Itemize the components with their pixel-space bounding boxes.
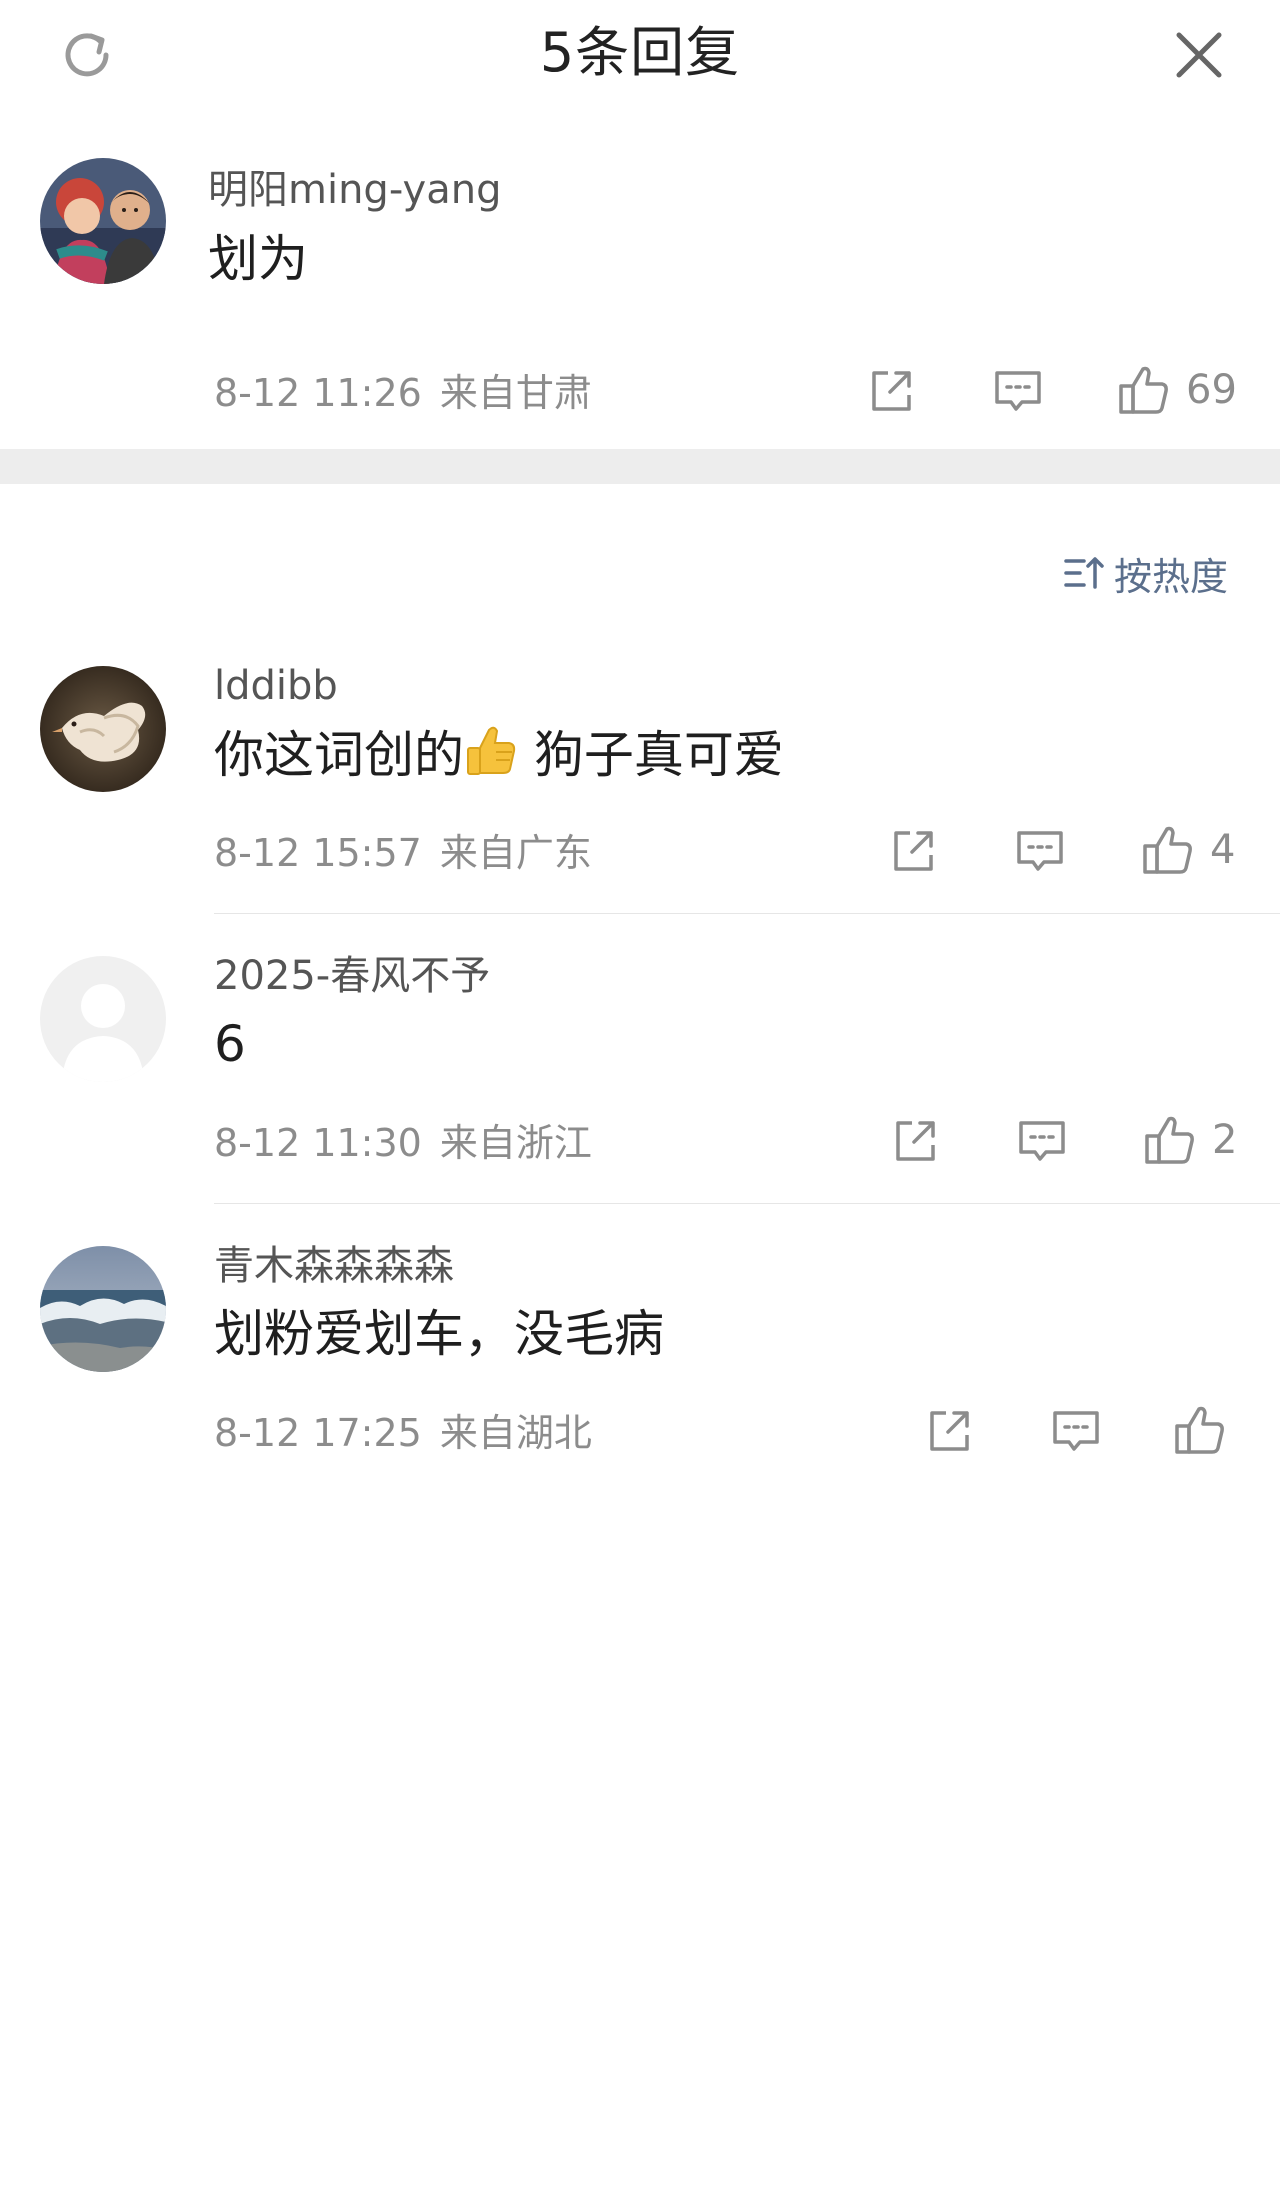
share-button[interactable] <box>866 366 916 416</box>
close-button[interactable] <box>1166 22 1232 88</box>
username[interactable]: 青木森森森森 <box>214 1240 454 1292</box>
avatar-image <box>40 158 166 284</box>
comment-text: 狗子真可爱 <box>518 726 784 784</box>
comment-content: 划粉爱划车，没毛病 <box>214 1305 664 1363</box>
comment-location: 来自浙江 <box>439 1121 592 1165</box>
comment-date: 8-12 15:57 <box>214 831 422 875</box>
avatar[interactable] <box>40 956 166 1082</box>
share-icon <box>872 371 911 411</box>
list-item: 2025-春风不予 6 8-12 11:30 来自浙江 2 <box>0 950 1280 1204</box>
username[interactable]: 2025-春风不予 <box>214 950 490 1002</box>
share-icon <box>930 1411 969 1451</box>
avatar-image <box>40 666 166 792</box>
comment-date: 8-12 11:30 <box>214 1121 422 1165</box>
comment-date: 8-12 17:25 <box>214 1411 422 1455</box>
thumbs-up-icon <box>1145 1116 1194 1164</box>
thumbs-up-icon <box>1143 826 1192 874</box>
sort-button[interactable]: 按热度 <box>1062 545 1228 601</box>
like-button[interactable] <box>1172 1402 1242 1458</box>
share-icon <box>894 831 933 871</box>
reply-header: 5条回复 <box>0 0 1280 125</box>
reply-button[interactable] <box>992 366 1044 416</box>
comment-date: 8-12 11:26 <box>214 371 422 415</box>
reply-button[interactable] <box>1050 1406 1102 1456</box>
list-item: 青木森森森森 划粉爱划车，没毛病 8-12 17:25 来自湖北 <box>0 1240 1280 1494</box>
sort-icon <box>1064 557 1104 589</box>
avatar-image <box>40 1246 166 1372</box>
reply-button[interactable] <box>1016 1116 1068 1166</box>
page-title: 5条回复 <box>539 21 741 84</box>
divider <box>214 1203 1280 1204</box>
share-button[interactable] <box>890 1116 940 1166</box>
comment-meta: 8-12 17:25 来自湖北 <box>214 1408 592 1458</box>
share-button[interactable] <box>888 826 938 876</box>
comment-icon <box>1017 831 1063 871</box>
share-icon <box>896 1121 935 1161</box>
like-button[interactable]: 4 <box>1140 822 1235 878</box>
thumbs-up-icon <box>1175 1406 1224 1454</box>
root-comment: 明阳ming-yang 划为 8-12 11:26 来自甘肃 69 <box>0 124 1280 449</box>
share-button[interactable] <box>924 1406 974 1456</box>
avatar[interactable] <box>40 1246 166 1372</box>
comment-content: 你这词创的 狗子真可爱 <box>214 722 784 787</box>
reply-button[interactable] <box>1014 826 1066 876</box>
username[interactable]: 明阳ming-yang <box>208 164 501 216</box>
comment-meta: 8-12 11:26 来自甘肃 <box>214 368 592 418</box>
comment-icon <box>995 371 1041 411</box>
comment-text: 你这词创的 <box>214 726 464 784</box>
comment-icon <box>1019 1121 1065 1161</box>
comment-icon <box>1053 1411 1099 1451</box>
comment-content: 6 <box>214 1015 246 1073</box>
comment-location: 来自广东 <box>439 831 592 875</box>
thumbs-up-icon <box>1119 366 1168 414</box>
divider <box>214 913 1280 914</box>
comment-meta: 8-12 11:30 来自浙江 <box>214 1118 592 1168</box>
username[interactable]: lddibb <box>214 660 338 712</box>
avatar[interactable] <box>40 666 166 792</box>
like-count: 4 <box>1210 827 1236 873</box>
thumbs-up-emoji-icon <box>467 726 516 775</box>
avatar[interactable] <box>40 158 166 284</box>
like-button[interactable]: 69 <box>1116 362 1237 418</box>
section-divider <box>0 449 1280 484</box>
list-item: lddibb 你这词创的 狗子真可爱 8-12 15:57 来自广东 4 <box>0 660 1280 914</box>
like-count: 69 <box>1186 367 1237 413</box>
comment-content: 划为 <box>208 230 308 288</box>
close-icon <box>1176 32 1222 78</box>
comment-location: 来自湖北 <box>439 1411 592 1455</box>
default-avatar-icon <box>40 956 166 1082</box>
sort-label: 按热度 <box>1113 554 1228 599</box>
like-button[interactable]: 2 <box>1142 1112 1237 1168</box>
comment-location: 来自甘肃 <box>439 371 592 415</box>
like-count: 2 <box>1212 1117 1238 1163</box>
comment-meta: 8-12 15:57 来自广东 <box>214 828 592 878</box>
